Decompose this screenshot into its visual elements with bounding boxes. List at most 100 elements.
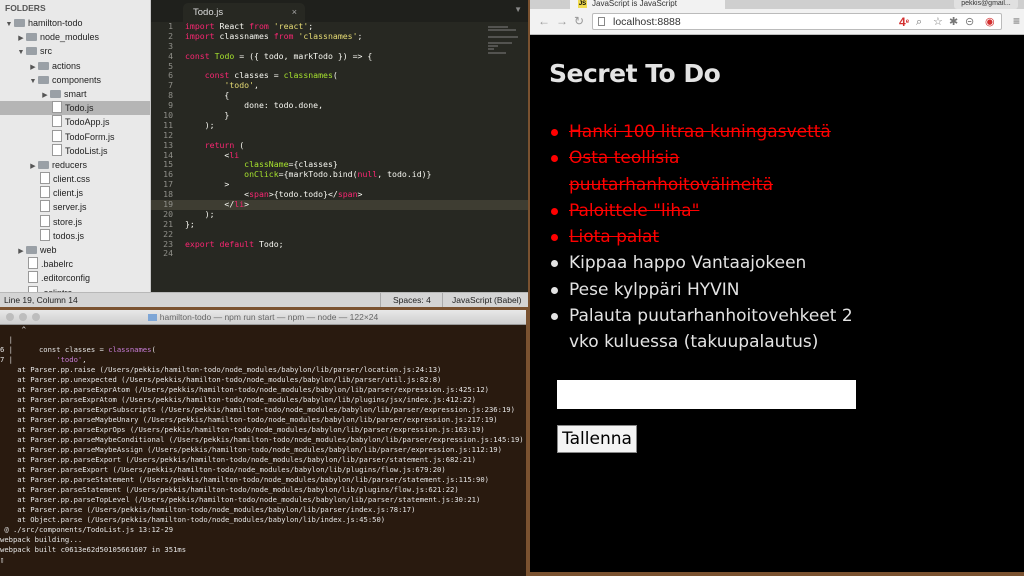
reload-icon[interactable]: ↻ (574, 14, 584, 28)
terminal-line: webpack built c0613e62d50105661607 in 35… (0, 545, 187, 554)
back-icon[interactable]: ← (538, 14, 550, 28)
folder-icon (38, 160, 49, 169)
terminal-line: at Parser.pp.parseExprOps (/Users/pekkis… (0, 425, 485, 434)
code-line[interactable]: 21}; (151, 218, 528, 230)
tree-item-label: client.js (53, 188, 84, 199)
file-icon (40, 172, 50, 185)
page-title: Secret To Do (549, 59, 721, 88)
todo-item[interactable]: Liota palat (550, 224, 870, 250)
page-icon (598, 17, 605, 26)
tree-item-label: Todo.js (65, 103, 94, 114)
bookmark-star-icon[interactable]: ☆ (933, 15, 943, 29)
tree-item[interactable]: ▶ smart (0, 87, 150, 101)
terminal-line: at Parser.pp.parseMaybeUnary (/Users/pek… (0, 415, 498, 424)
extension-icon[interactable]: ✱ (949, 15, 958, 29)
js-favicon-icon: JS (578, 0, 587, 8)
folder-icon (50, 89, 61, 98)
tab-close-icon[interactable]: × (292, 3, 297, 22)
tree-item[interactable]: ▶ web (0, 243, 150, 257)
file-icon (28, 257, 38, 270)
tree-item[interactable]: TodoForm.js (0, 129, 150, 144)
todo-item[interactable]: Osta teollisia puutarhanhoitovälineitä (550, 145, 870, 198)
code-area[interactable]: 1 import React from 'react'; 2 import class… (151, 21, 528, 292)
code-line[interactable]: 4 const Todo = ({ todo, markTodo }) => { (151, 51, 528, 62)
tree-item[interactable]: ▶ actions (0, 59, 150, 73)
zoom-window-icon[interactable] (32, 313, 40, 321)
opera-icon[interactable]: ◉ (985, 15, 995, 29)
terminal-line: ▯ (0, 555, 5, 564)
tree-item[interactable]: .editorconfig (0, 271, 150, 285)
terminal-line: at Parser.pp.parseTopLevel (/Users/pekki… (0, 495, 481, 504)
code-line[interactable]: 24 (151, 249, 528, 259)
tab-dropdown-icon[interactable]: ▼ (514, 5, 522, 14)
code-line[interactable]: 11 ); (151, 120, 528, 131)
tree-item-label: hamilton-todo (28, 18, 83, 28)
profile-button[interactable]: pekkis@gmail... (954, 0, 1018, 9)
folder-icon (26, 33, 37, 42)
terminal-output[interactable]: ^ | 6 | const classes = classnames(7 | 't… (0, 325, 526, 565)
close-window-icon[interactable] (6, 313, 14, 321)
tree-item[interactable]: TodoApp.js (0, 115, 150, 129)
todo-item[interactable]: Pese kylppäri HYVIN (550, 277, 870, 303)
file-icon (52, 115, 62, 128)
menu-icon[interactable]: ≡ (1013, 14, 1020, 28)
editor-tab-bar: Todo.js × ▼ (151, 0, 528, 22)
folders-heading: FOLDERS (5, 3, 46, 13)
tree-item[interactable]: ▶ reducers (0, 158, 150, 172)
line-number: 24 (163, 248, 173, 259)
tree-item-label: .editorconfig (41, 273, 91, 284)
tree-item[interactable]: .babelrc (0, 257, 150, 271)
minimize-window-icon[interactable] (19, 313, 27, 321)
tree-item[interactable]: client.css (0, 172, 150, 186)
todo-item[interactable]: Hanki 100 litraa kuningasvettä (550, 119, 870, 145)
todo-item[interactable]: Kippaa happo Vantaajokeen (550, 250, 870, 276)
adblock-icon[interactable]: ⊝ (965, 15, 974, 29)
terminal-line: at Parser.parse (/Users/pekkis/hamilton-… (0, 505, 416, 514)
cursor-position: Line 19, Column 14 (4, 295, 78, 305)
terminal-line: at Parser.pp.parseExport (/Users/pekkis/… (0, 455, 476, 464)
todo-text: Paloittele "liha" (569, 200, 700, 221)
tree-item[interactable]: ▼ components (0, 73, 150, 87)
tree-item[interactable]: ▼ src (0, 44, 150, 58)
todo-list: Hanki 100 litraa kuningasvettä Osta teoll… (550, 119, 870, 356)
file-icon (28, 271, 38, 284)
folder-icon (26, 246, 37, 254)
code-line[interactable]: 2 import classnames from 'classnames'; (151, 31, 528, 42)
terminal-line: @ ./src/components/TodoList.js 13:12-29 (0, 525, 174, 534)
terminal-line: webpack building... (0, 535, 83, 544)
editor-status-bar: Line 19, Column 14 Spaces: 4 JavaScript … (0, 292, 528, 307)
todo-input[interactable] (557, 380, 856, 409)
tab-todo-js[interactable]: Todo.js × (183, 3, 305, 22)
address-bar[interactable]: localhost:8888 4e ⌕ ☆ ✱ ⊝ ◉ (592, 13, 1002, 30)
todo-text: Palauta puutarhanhoitovehkeet 2 vko kulu… (569, 306, 853, 353)
code-line[interactable]: 23 export default Todo; (151, 239, 528, 250)
tree-item[interactable]: Todo.js (0, 101, 150, 116)
tree-item[interactable]: todos.js (0, 228, 150, 243)
tree-item[interactable]: ▼ hamilton-todo (0, 16, 150, 30)
tree-item-label: .babelrc (41, 259, 74, 270)
tree-item[interactable]: server.js (0, 200, 150, 214)
forward-icon[interactable]: → (556, 14, 568, 28)
browser-window: JS JavaScript is JavaScript pekkis@gmail… (530, 0, 1024, 572)
todo-text: Pese kylppäri HYVIN (569, 279, 740, 300)
code-line[interactable]: 20 ); (151, 209, 528, 220)
extension-badge[interactable]: 4e (899, 14, 909, 30)
tree-item[interactable]: store.js (0, 214, 150, 229)
tree-item-label: TodoList.js (65, 145, 108, 156)
tree-item[interactable]: ▶ node_modules (0, 30, 150, 44)
tree-item[interactable]: client.js (0, 186, 150, 200)
save-button[interactable]: Tallenna (557, 425, 637, 453)
syntax-selector[interactable]: JavaScript (Babel) (442, 293, 528, 307)
minimap[interactable] (488, 26, 524, 66)
tree-item-label: todos.js (53, 230, 85, 241)
terminal-line: 6 | const classes = classnames( (0, 345, 156, 354)
todo-item[interactable]: Palauta puutarhanhoitovehkeet 2 vko kulu… (550, 303, 870, 356)
tree-item[interactable]: TodoList.js (0, 143, 150, 158)
todo-item[interactable]: Paloittele "liha" (550, 198, 870, 224)
browser-tab[interactable]: JS JavaScript is JavaScript (570, 0, 725, 9)
terminal-line: | (0, 335, 13, 344)
todo-text: Kippaa happo Vantaajokeen (569, 253, 807, 274)
code-text: }; (185, 218, 195, 229)
zoom-icon[interactable]: ⌕ (916, 15, 922, 29)
browser-toolbar: ← → ↻ localhost:8888 4e ⌕ ☆ ✱ ⊝ ◉ ≡ (530, 9, 1024, 35)
